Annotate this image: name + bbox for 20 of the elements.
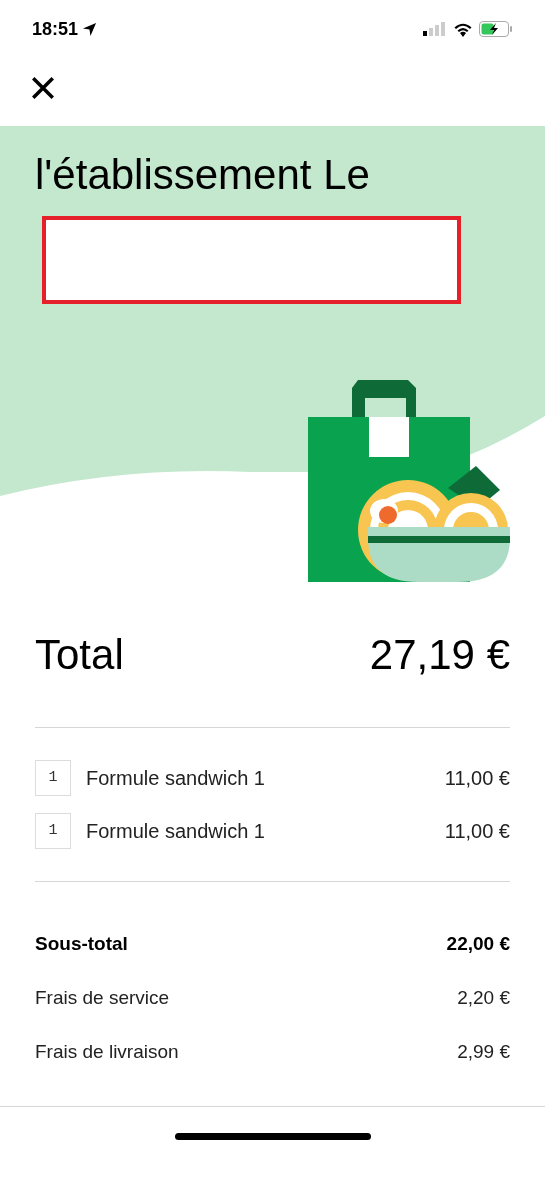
total-amount: 27,19 €: [369, 630, 510, 680]
item-name: Formule sandwich 1: [86, 819, 266, 844]
quantity-box: 1: [35, 760, 71, 796]
summary-label: Sous-total: [35, 931, 128, 956]
quantity-box: 1: [35, 813, 71, 849]
wifi-icon: [453, 21, 473, 37]
item-price: 11,00 €: [444, 766, 510, 791]
summary-amount: 22,00 €: [446, 931, 510, 956]
signal-icon: [423, 22, 447, 36]
item-price: 11,00 €: [444, 819, 510, 844]
location-arrow-icon: [82, 21, 98, 37]
summary-label: Frais de livraison: [35, 1039, 179, 1064]
summary-amount: 2,99 €: [457, 1039, 510, 1064]
battery-charging-icon: [479, 21, 513, 37]
status-time: 18:51: [32, 17, 79, 41]
item-name: Formule sandwich 1: [86, 766, 266, 791]
total-label: Total: [35, 630, 124, 680]
summary-amount: 2,20 €: [457, 985, 510, 1010]
summary-label: Frais de service: [35, 985, 170, 1010]
hero-title: l'établissement Le: [35, 150, 371, 200]
